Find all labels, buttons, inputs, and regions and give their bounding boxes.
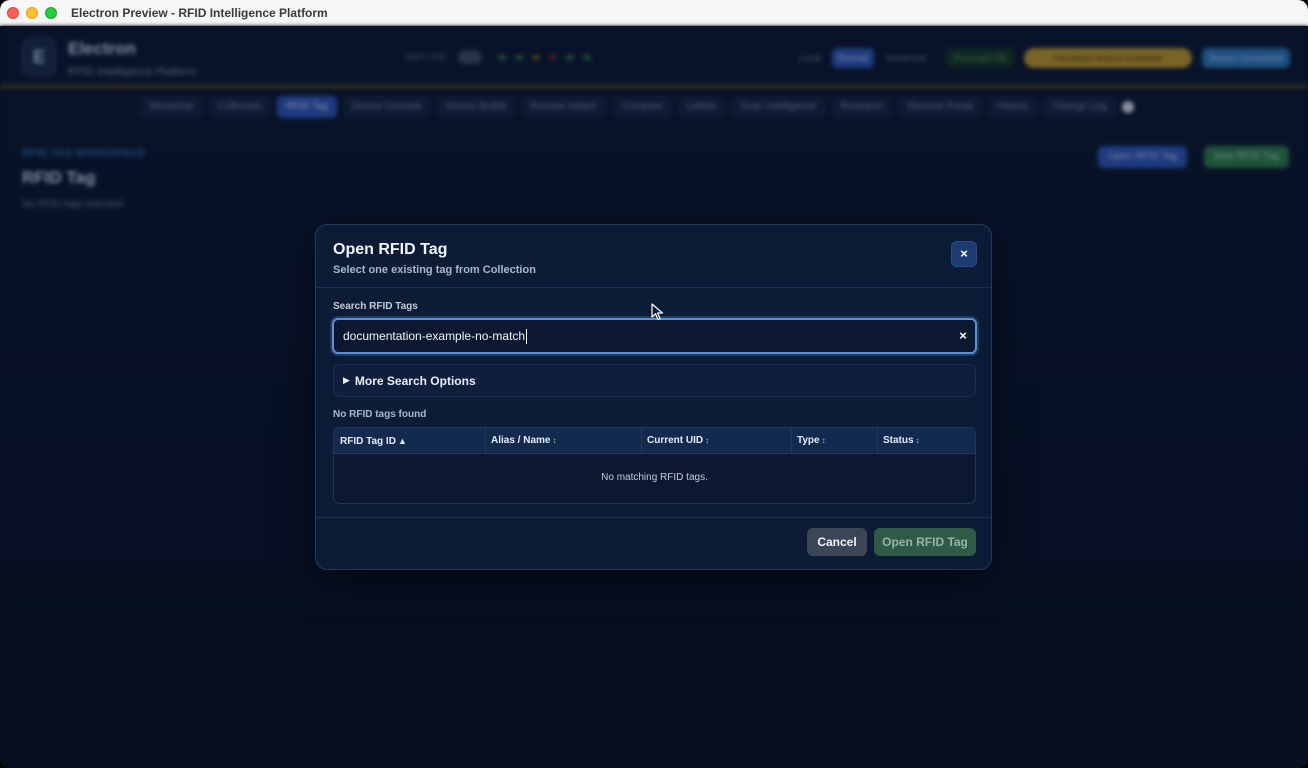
clear-icon: × <box>959 328 967 343</box>
text-caret <box>526 329 528 344</box>
search-field[interactable]: × <box>332 318 977 354</box>
more-search-options-label: More Search Options <box>354 373 476 388</box>
results-status: No RFID tags found <box>333 409 427 420</box>
close-window-button[interactable] <box>7 6 19 19</box>
app-window: Electron Preview - RFID Intelligence Pla… <box>0 0 1308 768</box>
mouse-pointer-icon <box>651 303 664 321</box>
clear-search-button[interactable]: × <box>954 327 972 345</box>
window-controls <box>7 6 57 19</box>
expand-triangle-icon: ▶ <box>343 375 350 385</box>
column-rfid-tag-id[interactable]: RFID Tag ID ▲ <box>334 428 485 454</box>
search-input[interactable] <box>343 320 933 352</box>
window-title: Electron Preview - RFID Intelligence Pla… <box>71 5 328 20</box>
rfid-tags-table: RFID Tag ID ▲ Alias / Name ↕ Current UID ↕ … <box>333 427 976 504</box>
dialog-close-button[interactable]: × <box>951 241 977 267</box>
column-label: Current UID <box>647 435 704 446</box>
column-alias-name[interactable]: Alias / Name ↕ <box>485 428 641 454</box>
more-search-options-toggle[interactable]: ▶ More Search Options <box>333 364 976 397</box>
search-label: Search RFID Tags <box>333 301 418 312</box>
dialog-title: Open RFID Tag <box>333 241 448 258</box>
column-current-uid[interactable]: Current UID ↕ <box>641 428 791 454</box>
sort-icon: ↕ <box>915 436 920 445</box>
table-header: RFID Tag ID ▲ Alias / Name ↕ Current UID ↕ … <box>334 428 975 454</box>
column-label: Alias / Name <box>491 435 551 446</box>
cancel-button[interactable]: Cancel <box>807 528 867 556</box>
sort-icon: ↕ <box>552 436 557 445</box>
empty-table-message: No matching RFID tags. <box>601 472 708 483</box>
column-label: Status <box>883 435 914 446</box>
column-label: RFID Tag ID <box>340 436 396 447</box>
open-rfid-tag-button[interactable]: Open RFID Tag <box>874 528 976 556</box>
open-rfid-tag-dialog: Open RFID Tag Select one existing tag fr… <box>315 224 992 570</box>
sort-icon: ↕ <box>821 436 826 445</box>
sort-ascending-icon: ▲ <box>397 436 407 446</box>
column-type[interactable]: Type ↕ <box>791 428 877 454</box>
footer-divider <box>316 517 991 518</box>
dialog-subtitle: Select one existing tag from Collection <box>333 264 536 276</box>
column-label: Type <box>797 435 820 446</box>
title-bar: Electron Preview - RFID Intelligence Pla… <box>0 0 1308 26</box>
column-status[interactable]: Status ↕ <box>877 428 975 454</box>
minimize-window-button[interactable] <box>26 6 38 19</box>
maximize-window-button[interactable] <box>45 6 57 19</box>
close-icon: × <box>960 246 968 261</box>
header-divider <box>316 287 991 288</box>
sort-icon: ↕ <box>705 436 710 445</box>
